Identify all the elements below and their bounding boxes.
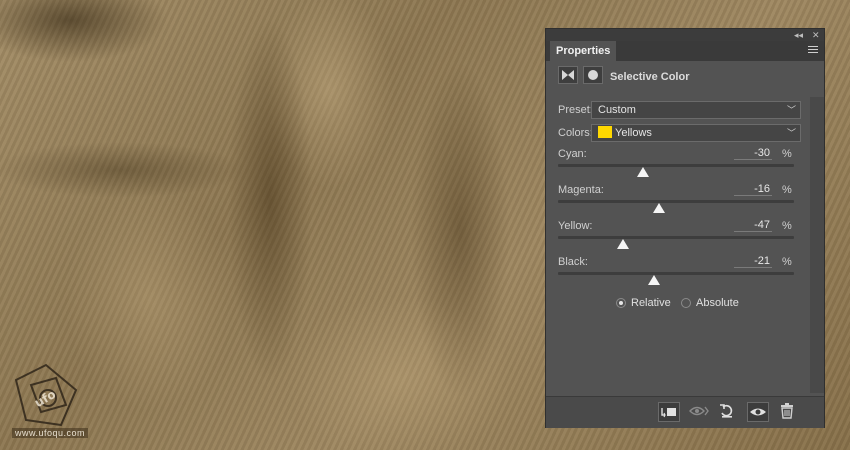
clip-to-layer-button[interactable]	[658, 402, 680, 422]
view-previous-state-button[interactable]	[688, 402, 710, 422]
magenta-slider-thumb[interactable]	[653, 203, 665, 213]
preset-value: Custom	[598, 104, 636, 116]
black-value-input[interactable]: -21	[734, 255, 772, 268]
magenta-value-input[interactable]: -16	[734, 183, 772, 196]
chevron-down-icon: ﹀	[786, 105, 796, 115]
reset-icon	[720, 404, 733, 418]
adjustment-header: Selective Color	[546, 62, 824, 94]
colors-label: Colors:	[558, 127, 593, 139]
adjustment-title: Selective Color	[610, 71, 690, 83]
relative-radio[interactable]	[616, 298, 626, 308]
cyan-unit: %	[782, 148, 792, 160]
cyan-track[interactable]	[558, 164, 794, 167]
colors-value: Yellows	[615, 127, 652, 139]
chevron-down-icon: ﹀	[786, 128, 796, 138]
watermark-logo: ufo	[14, 363, 78, 427]
cyan-value-input[interactable]: -30	[734, 147, 772, 160]
svg-text:ufo: ufo	[32, 387, 58, 410]
color-swatch-icon	[598, 126, 612, 139]
yellow-unit: %	[782, 220, 792, 232]
yellow-track[interactable]	[558, 236, 794, 239]
panel-bottom-toolbar	[546, 396, 824, 428]
cyan-slider-group: Cyan: -30 %	[556, 147, 808, 180]
view-previous-state-icon	[689, 406, 709, 416]
tab-strip: Properties	[546, 41, 824, 61]
yellow-slider-group: Yellow: -47 %	[556, 219, 808, 252]
preset-label: Preset:	[558, 104, 593, 116]
panel-titlebar: ◂◂ ✕	[546, 29, 824, 41]
colors-select[interactable]: Yellows ﹀	[591, 124, 801, 142]
absolute-label: Absolute	[696, 297, 739, 309]
magenta-unit: %	[782, 184, 792, 196]
panel-content: Preset: Custom ﹀ Colors: Yellows ﹀ Cyan:…	[556, 100, 808, 395]
clip-to-layer-icon	[661, 408, 676, 418]
delete-button[interactable]	[777, 402, 799, 422]
reset-button[interactable]	[717, 402, 739, 422]
yellow-value-input[interactable]: -47	[734, 219, 772, 232]
trash-icon	[781, 403, 793, 419]
layer-mask-icon[interactable]	[583, 66, 603, 84]
black-unit: %	[782, 256, 792, 268]
properties-panel: ◂◂ ✕ Properties Selective Color Preset: …	[545, 28, 825, 428]
visibility-button[interactable]	[747, 402, 769, 422]
preset-select[interactable]: Custom ﹀	[591, 101, 801, 119]
cyan-slider-thumb[interactable]	[637, 167, 649, 177]
yellow-label: Yellow:	[558, 220, 593, 232]
black-label: Black:	[558, 256, 588, 268]
tab-properties[interactable]: Properties	[550, 41, 617, 61]
absolute-radio[interactable]	[681, 298, 691, 308]
collapse-icon[interactable]: ◂◂	[794, 29, 803, 41]
black-track[interactable]	[558, 272, 794, 275]
relative-label: Relative	[631, 297, 671, 309]
black-slider-group: Black: -21 %	[556, 255, 808, 288]
magenta-track[interactable]	[558, 200, 794, 203]
magenta-slider-group: Magenta: -16 %	[556, 183, 808, 216]
panel-scrollbar[interactable]	[810, 97, 824, 393]
method-radio-group: Relative Absolute	[616, 297, 816, 313]
adjustment-layer-icon[interactable]	[558, 66, 578, 84]
magenta-label: Magenta:	[558, 184, 604, 196]
black-slider-thumb[interactable]	[648, 275, 660, 285]
visibility-eye-icon	[750, 408, 766, 416]
panel-menu-icon[interactable]	[808, 46, 818, 55]
cyan-label: Cyan:	[558, 148, 587, 160]
yellow-slider-thumb[interactable]	[617, 239, 629, 249]
watermark-text: www.ufoqu.com	[12, 428, 89, 438]
close-icon[interactable]: ✕	[812, 29, 820, 41]
